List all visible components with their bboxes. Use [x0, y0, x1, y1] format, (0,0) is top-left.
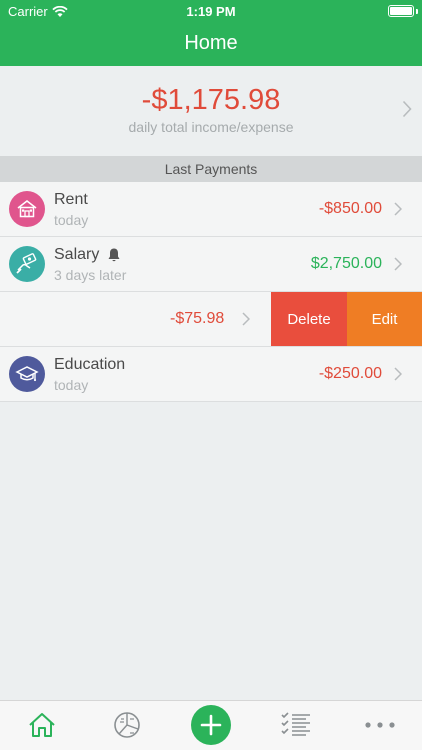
money-hand-icon [9, 246, 45, 282]
payment-row-swiped[interactable]: -$75.98 Delete Edit [0, 292, 422, 347]
chevron-right-icon [394, 257, 402, 271]
payment-title: Rent [54, 191, 88, 208]
daily-total-caption: daily total income/expense [128, 119, 294, 135]
page-title: Home [184, 32, 238, 54]
status-bar: Carrier 1:19 PM [0, 0, 422, 22]
payment-amount: $2,750.00 [310, 255, 382, 272]
payments-list: Rent today -$850.00 Salary 3 days later … [0, 182, 422, 402]
tab-more[interactable] [364, 709, 396, 741]
payment-row-rent[interactable]: Rent today -$850.00 [0, 182, 422, 237]
payment-row-education[interactable]: Education today -$250.00 [0, 347, 422, 402]
chart-icon [114, 712, 140, 738]
payment-amount: -$75.98 [170, 310, 225, 327]
payment-date: today [54, 377, 89, 393]
clock: 1:19 PM [186, 4, 236, 19]
chevron-right-icon [394, 202, 402, 216]
delete-button[interactable]: Delete [271, 292, 347, 346]
app-header: Carrier 1:19 PM Home [0, 0, 422, 66]
tab-charts[interactable] [111, 709, 143, 741]
house-icon [9, 191, 45, 227]
more-icon [365, 722, 395, 728]
section-header: Last Payments [0, 156, 422, 182]
tab-list[interactable] [280, 709, 312, 741]
payment-amount: -$850.00 [318, 200, 382, 217]
add-icon [200, 714, 222, 736]
daily-total-panel[interactable]: -$1,175.98 daily total income/expense [0, 66, 422, 156]
edit-button[interactable]: Edit [347, 292, 422, 346]
tab-bar [0, 700, 422, 750]
chevron-right-icon [242, 312, 250, 326]
payment-title: Education [54, 356, 126, 373]
checklist-icon [281, 712, 310, 736]
graduation-cap-icon [9, 356, 45, 392]
battery-icon [388, 5, 414, 17]
chevron-right-icon [394, 367, 402, 381]
tab-home[interactable] [26, 709, 58, 741]
payment-date: today [54, 212, 89, 228]
home-icon [29, 713, 55, 737]
payment-date: 3 days later [54, 267, 127, 283]
chevron-right-icon [402, 100, 412, 118]
payment-amount: -$250.00 [318, 365, 382, 382]
battery-cap [416, 9, 418, 14]
daily-total-amount: -$1,175.98 [141, 84, 281, 116]
payment-row-salary[interactable]: Salary 3 days later $2,750.00 [0, 237, 422, 292]
add-button[interactable] [191, 705, 231, 745]
payment-title: Salary [54, 246, 122, 264]
bell-icon [108, 248, 120, 262]
